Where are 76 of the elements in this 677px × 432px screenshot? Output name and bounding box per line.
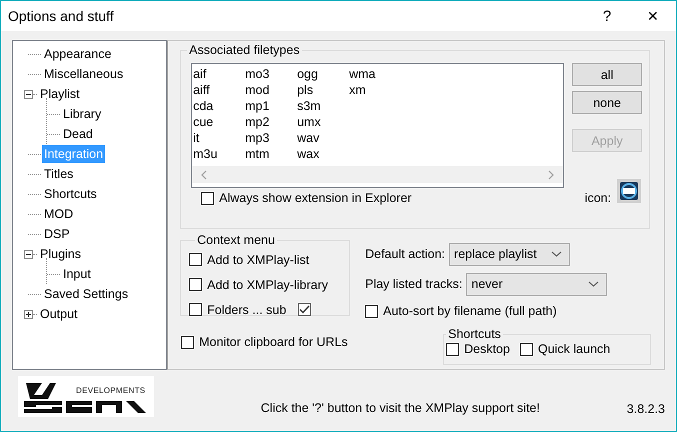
list-item[interactable]: mod bbox=[245, 82, 298, 98]
list-item[interactable]: m3u bbox=[193, 146, 246, 162]
group-title: Associated filetypes bbox=[188, 43, 301, 57]
tree-item[interactable]: Playlist bbox=[38, 85, 82, 103]
checkbox-label[interactable]: Quick launch bbox=[538, 342, 610, 356]
tree-item[interactable]: Output bbox=[38, 305, 80, 323]
collapse-icon[interactable] bbox=[24, 90, 33, 98]
list-item[interactable]: cue bbox=[193, 114, 246, 130]
checkbox-label[interactable]: Add to XMPlay-list bbox=[207, 252, 310, 266]
expand-icon[interactable] bbox=[24, 310, 33, 318]
group-title: Context menu bbox=[196, 233, 276, 247]
app-icon bbox=[617, 179, 642, 203]
list-item[interactable]: s3m bbox=[297, 98, 350, 114]
tree-item[interactable]: Library bbox=[61, 105, 104, 123]
checkbox[interactable] bbox=[446, 342, 460, 356]
close-button[interactable]: ✕ bbox=[630, 1, 676, 31]
checkbox-label[interactable]: Desktop bbox=[464, 342, 510, 356]
dropdown[interactable]: never bbox=[466, 272, 608, 296]
tree-item[interactable]: Plugins bbox=[38, 245, 83, 263]
list-item[interactable]: mo3 bbox=[245, 66, 298, 82]
list-item[interactable]: aif bbox=[193, 66, 246, 82]
checkbox[interactable] bbox=[181, 336, 194, 348]
chevron-down-icon bbox=[588, 281, 600, 287]
checkbox[interactable] bbox=[365, 304, 378, 318]
logo-text: DEVELOPMENTS bbox=[76, 386, 146, 394]
tree-item[interactable]: Shortcuts bbox=[42, 185, 99, 203]
scrollbar[interactable] bbox=[192, 166, 564, 183]
checkbox-label[interactable]: Auto-sort by filename (full path) bbox=[383, 304, 557, 318]
list-item[interactable]: xm bbox=[349, 82, 402, 98]
list-item[interactable]: mtm bbox=[245, 146, 298, 162]
list-item[interactable]: aiff bbox=[193, 82, 246, 98]
list-item[interactable]: mp2 bbox=[245, 114, 298, 130]
tree-item[interactable]: Saved Settings bbox=[42, 285, 130, 303]
list-item[interactable]: ogg bbox=[297, 66, 350, 82]
list-item[interactable]: wma bbox=[349, 66, 402, 82]
tree-item[interactable]: MOD bbox=[42, 205, 76, 223]
checkbox[interactable] bbox=[298, 303, 312, 316]
tree-item[interactable]: Titles bbox=[42, 165, 76, 183]
checkbox-label[interactable]: Add to XMPlay-library bbox=[207, 278, 328, 292]
checkbox[interactable] bbox=[201, 192, 214, 204]
footer-text: Click the '?' button to visit the XMPlay support site! bbox=[260, 401, 541, 415]
button[interactable]: all bbox=[572, 63, 642, 86]
tree-item[interactable]: Miscellaneous bbox=[42, 65, 126, 83]
chevron-down-icon bbox=[551, 251, 562, 257]
checkbox[interactable] bbox=[189, 253, 202, 266]
version-text: 3.8.2.3 bbox=[626, 402, 665, 416]
tree-item[interactable]: DSP bbox=[42, 225, 72, 243]
tree-item[interactable]: Dead bbox=[61, 125, 95, 143]
checkbox[interactable] bbox=[189, 303, 202, 316]
icon-label: icon: bbox=[584, 191, 612, 205]
field-label: Default action: bbox=[365, 247, 446, 261]
list-item[interactable]: pls bbox=[297, 82, 350, 98]
filetype-list[interactable]: aif aiff cda cue it m3u mo3 mod mp1 mp2 mp3 mtm ogg pls s3m umx wav wax wma xm bbox=[191, 63, 564, 188]
dropdown[interactable]: replace playlist bbox=[449, 242, 570, 266]
checkbox[interactable] bbox=[189, 278, 202, 291]
field-label: Play listed tracks: bbox=[365, 277, 462, 291]
tree-item[interactable]: Appearance bbox=[42, 45, 114, 63]
scroll-right-icon bbox=[548, 170, 554, 180]
checkbox-label[interactable]: Folders ... sub bbox=[207, 302, 286, 316]
window-title: Options and stuff bbox=[8, 8, 114, 24]
list-item[interactable]: umx bbox=[297, 114, 350, 130]
collapse-icon[interactable] bbox=[24, 250, 33, 258]
scroll-left-icon bbox=[201, 170, 208, 180]
list-item[interactable]: mp1 bbox=[245, 98, 298, 114]
button[interactable]: none bbox=[572, 91, 642, 114]
list-item[interactable]: it bbox=[193, 130, 246, 146]
list-item[interactable]: wav bbox=[297, 130, 350, 146]
list-item[interactable]: mp3 bbox=[245, 130, 298, 146]
group-title: Shortcuts bbox=[447, 327, 502, 341]
tree-item[interactable]: Input bbox=[61, 265, 93, 283]
list-item[interactable]: cda bbox=[193, 98, 246, 114]
checkbox-label[interactable]: Monitor clipboard for URLs bbox=[199, 335, 348, 349]
help-button[interactable]: ? bbox=[584, 1, 630, 31]
list-item[interactable]: wax bbox=[297, 146, 350, 162]
checkbox[interactable] bbox=[520, 342, 533, 356]
checkbox-label[interactable]: Always show extension in Explorer bbox=[219, 191, 412, 205]
